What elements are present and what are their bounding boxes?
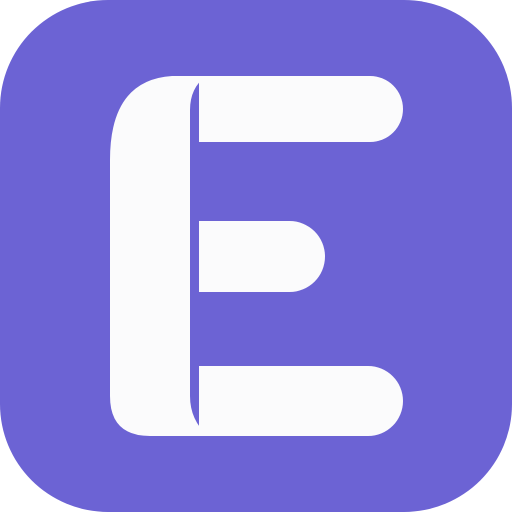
letter-e-bottom-bar-join (199, 366, 239, 436)
letter-e-middle-bar-join (199, 221, 239, 292)
app-icon (0, 0, 512, 512)
app-logo-e-icon (0, 0, 512, 512)
letter-e-top-bar-join (199, 76, 239, 142)
